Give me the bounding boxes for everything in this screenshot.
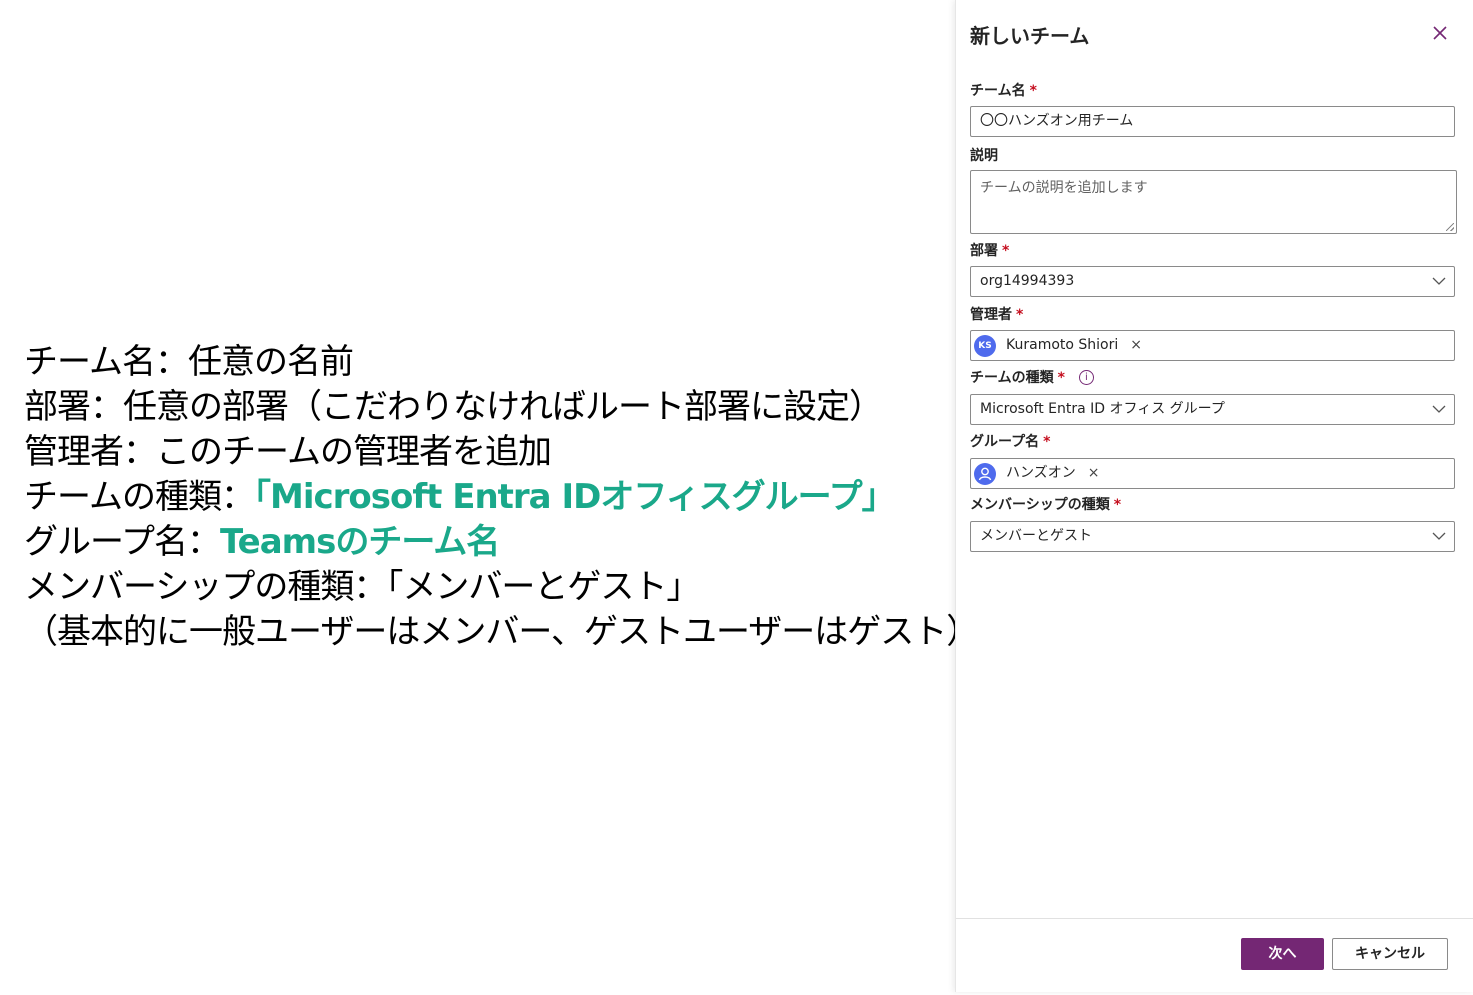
team-type-label: チームの種類 * i [970,367,1094,387]
membership-type-value: メンバーとゲスト [980,528,1092,544]
team-type-label-text: チームの種類 [970,370,1054,386]
team-name-input[interactable]: 〇〇ハンズオン用チーム [970,106,1455,137]
avatar: KS [974,334,996,357]
team-name-value: 〇〇ハンズオン用チーム [980,113,1134,129]
close-icon[interactable] [1428,22,1452,46]
annotation-notes: チーム名：任意の名前 部署：任意の部署（こだわりなければルート部署に設定） 管理… [24,340,980,655]
admin-label: 管理者 * [970,304,1023,324]
chevron-down-icon [1432,395,1446,424]
required-mark: * [1113,497,1122,513]
description-textarea[interactable]: チームの説明を追加します [970,170,1457,234]
group-chip: ハンズオン × [974,461,1099,486]
membership-type-label-text: メンバーシップの種類 [970,497,1110,513]
group-name-label-text: グループ名 [970,434,1040,450]
note-group-name-highlight: Teamsのチーム名 [219,522,500,562]
required-mark: * [1029,83,1037,99]
admin-chip: KS Kuramoto Shiori × [974,333,1142,358]
remove-admin-icon[interactable]: × [1130,331,1142,360]
department-value: org14994393 [980,273,1075,289]
chevron-down-icon [1432,267,1446,296]
info-icon[interactable]: i [1078,370,1094,385]
department-select[interactable]: org14994393 [970,266,1455,297]
footer-divider [956,918,1473,919]
group-name-label: グループ名 * [970,431,1051,451]
note-team-name: チーム名：任意の名前 [24,342,354,382]
note-membership-type: メンバーシップの種類：「メンバーとゲスト」 [24,567,700,607]
team-name-label-text: チーム名 [970,83,1026,99]
required-mark: * [1016,307,1024,323]
cancel-button[interactable]: キャンセル [1332,938,1448,970]
group-name-value: ハンズオン [1006,465,1076,481]
admin-name: Kuramoto Shiori [1006,337,1119,353]
panel-title: 新しいチーム [970,24,1090,48]
team-type-select[interactable]: Microsoft Entra ID オフィス グループ [970,394,1455,425]
page: チーム名：任意の名前 部署：任意の部署（こだわりなければルート部署に設定） 管理… [0,0,1473,995]
description-label-text: 説明 [970,148,998,164]
admin-people-picker[interactable]: KS Kuramoto Shiori × [970,330,1455,361]
resize-grip-icon[interactable] [1446,223,1454,231]
note-admin: 管理者：このチームの管理者を追加 [24,432,552,472]
membership-type-label: メンバーシップの種類 * [970,494,1121,514]
department-label-text: 部署 [970,243,998,259]
description-label: 説明 [970,145,998,165]
group-avatar-icon [974,462,996,485]
next-button[interactable]: 次へ [1241,938,1324,970]
membership-type-select[interactable]: メンバーとゲスト [970,521,1455,552]
required-mark: * [1002,243,1010,259]
remove-group-icon[interactable]: × [1088,459,1100,488]
required-mark: * [1057,370,1065,386]
department-label: 部署 * [970,240,1009,260]
note-team-type: チームの種類：「Microsoft Entra IDオフィスグループ」 [24,475,979,520]
required-mark: * [1043,434,1051,450]
note-team-type-highlight: 「Microsoft Entra IDオフィスグループ」 [253,477,896,517]
group-name-picker[interactable]: ハンズオン × [970,458,1455,489]
close-icon-glyph [1433,26,1447,40]
note-group-name: グループ名：Teamsのチーム名 [24,520,979,565]
new-team-panel: 新しいチーム チーム名 * 〇〇ハンズオン用チーム 説明 チームの説明を追加します… [955,0,1473,992]
note-department: 部署：任意の部署（こだわりなければルート部署に設定） [24,387,883,427]
note-team-type-prefix: チームの種類： [24,477,255,517]
team-type-value: Microsoft Entra ID オフィス グループ [980,401,1225,417]
team-name-label: チーム名 * [970,80,1037,100]
admin-label-text: 管理者 [970,307,1012,323]
description-placeholder: チームの説明を追加します [980,180,1148,196]
note-group-name-prefix: グループ名： [24,522,221,562]
note-membership-detail: （基本的に一般ユーザーはメンバー、ゲストユーザーはゲスト） [24,612,980,652]
chevron-down-icon [1432,522,1446,551]
